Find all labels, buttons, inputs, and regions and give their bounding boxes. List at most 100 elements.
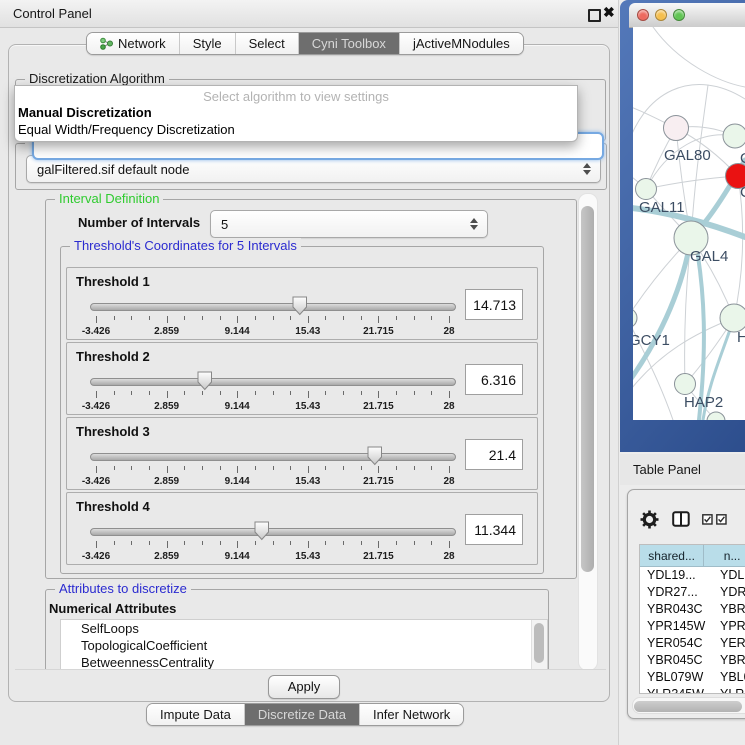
table-toolbar <box>640 506 745 532</box>
threshold-panel-3: Threshold 3 -3.4262.8599.14415.4321.71528… <box>66 417 538 490</box>
attribute-table[interactable]: shared... n... YDL19...YDL1YDR27...YDR2Y… <box>639 544 745 694</box>
slider-tick-labels: -3.4262.8599.14415.4321.71528 <box>96 326 449 338</box>
network-icon <box>100 37 113 50</box>
group-label: Threshold's Coordinates for 5 Intervals <box>70 238 301 253</box>
table-header-row: shared... n... <box>640 545 745 567</box>
table-row[interactable]: YBR043CYBR0 <box>640 601 745 618</box>
tab-jactivemnodules[interactable]: jActiveMNodules <box>400 33 523 54</box>
tab-network[interactable]: Network <box>87 33 180 54</box>
column-header[interactable]: n... <box>704 545 745 567</box>
table-panel-titlebar: Table Panel <box>620 454 745 485</box>
threshold-panel-4: Threshold 4 -3.4262.8599.14415.4321.71528… <box>66 492 538 565</box>
cell-name: YER0 <box>709 635 745 652</box>
dropdown-prompt: Select algorithm to view settings <box>15 86 577 104</box>
table-row[interactable]: YBR045CYBR0 <box>640 652 745 669</box>
slider-knob[interactable] <box>197 371 213 391</box>
network-edge[interactable] <box>633 238 691 387</box>
slider-track[interactable] <box>90 303 456 311</box>
slider-track[interactable] <box>90 528 456 536</box>
threshold-value-input[interactable]: 6.316 <box>465 364 523 395</box>
horizontal-scrollbar-thumb[interactable] <box>634 701 742 712</box>
split-column-icon[interactable] <box>672 511 690 527</box>
table-row[interactable]: YLR345WYLR3 <box>640 686 745 694</box>
table-row[interactable]: YBL079WYBL0 <box>640 669 745 686</box>
tab-infer-network[interactable]: Infer Network <box>360 704 463 725</box>
network-canvas[interactable]: GAL80G.CGAL11GAL4GCY1HHAP2 <box>633 27 745 420</box>
slider-track[interactable] <box>90 378 456 386</box>
table-row[interactable]: YDL19...YDL1 <box>640 567 745 584</box>
slider-tick-labels: -3.4262.8599.14415.4321.71528 <box>96 551 449 563</box>
tab-style[interactable]: Style <box>180 33 236 54</box>
threshold-value-input[interactable]: 11.344 <box>465 514 523 545</box>
slider-knob[interactable] <box>254 521 270 541</box>
threshold-label: Threshold 4 <box>76 499 150 514</box>
algo-option-manual-discretization[interactable]: Manual Discretization <box>15 104 577 121</box>
tab-cyni-toolbox[interactable]: Cyni Toolbox <box>299 33 400 54</box>
attribute-item[interactable]: TopologicalCoefficient <box>61 637 547 654</box>
tab-label: Style <box>193 36 222 51</box>
numerical-attributes-list[interactable]: SelfLoopsTopologicalCoefficientBetweenne… <box>60 619 548 670</box>
number-of-intervals-value: 5 <box>221 217 228 232</box>
threshold-slider[interactable]: -3.4262.8599.14415.4321.71528 <box>90 519 456 563</box>
table-data-selected: galFiltered.sif default node <box>37 162 189 177</box>
slider-knob[interactable] <box>367 446 383 466</box>
threshold-slider[interactable]: -3.4262.8599.14415.4321.71528 <box>90 294 456 338</box>
node-label: GAL80 <box>664 147 711 164</box>
list-scrollbar-thumb[interactable] <box>534 623 544 663</box>
vertical-scrollbar-thumb[interactable] <box>581 206 594 572</box>
control-panel-titlebar: Control Panel <box>0 0 618 28</box>
cyni-toolbox-panel: Discretization Algorithm Select algorith… <box>8 44 610 702</box>
attribute-item[interactable]: SelfLoops <box>61 620 547 637</box>
slider-track[interactable] <box>90 453 456 461</box>
network-edge[interactable] <box>653 27 745 87</box>
float-window-icon[interactable] <box>588 9 601 22</box>
threshold-value-input[interactable]: 21.4 <box>465 439 523 470</box>
number-of-intervals-combobox[interactable]: 5 <box>210 210 488 238</box>
node-label: GCY1 <box>633 332 670 349</box>
panel-title: Control Panel <box>13 6 92 21</box>
network-node-gal80[interactable] <box>664 116 689 141</box>
settings-scroll-area: Interval Definition Number of Intervals … <box>15 193 606 670</box>
threshold-label: Threshold 3 <box>76 424 150 439</box>
cell-shared-name: YBR043C <box>640 601 709 618</box>
mac-zoom-icon[interactable] <box>673 9 685 21</box>
network-node-hap2[interactable] <box>675 374 696 395</box>
table-row[interactable]: YDR27...YDR2 <box>640 584 745 601</box>
gear-icon[interactable] <box>640 510 659 529</box>
attribute-item[interactable]: BetweennessCentrality <box>61 654 547 670</box>
close-icon[interactable] <box>603 4 617 22</box>
network-window-titlebar[interactable] <box>629 3 745 28</box>
tab-impute-data[interactable]: Impute Data <box>147 704 245 725</box>
network-node-g[interactable] <box>723 124 745 148</box>
tab-select[interactable]: Select <box>236 33 299 54</box>
cell-shared-name: YLR345W <box>640 686 709 694</box>
mac-close-icon[interactable] <box>637 9 649 21</box>
slider-ticks <box>96 466 449 474</box>
threshold-slider[interactable]: -3.4262.8599.14415.4321.71528 <box>90 444 456 488</box>
cell-shared-name: YER054C <box>640 635 709 652</box>
bottom-tab-bar: Impute DataDiscretize DataInfer Network <box>146 703 464 726</box>
network-node-gal11[interactable] <box>636 179 657 200</box>
group-label: Attributes to discretize <box>55 581 191 596</box>
mac-minimize-icon[interactable] <box>655 9 667 21</box>
column-header[interactable]: shared... <box>640 545 704 567</box>
threshold-value-input[interactable]: 14.713 <box>465 289 523 320</box>
network-node-gcy1[interactable] <box>633 308 637 328</box>
algo-option-equal-width-frequency-discretization[interactable]: Equal Width/Frequency Discretization <box>15 121 577 138</box>
slider-knob[interactable] <box>292 296 308 316</box>
network-node-h[interactable] <box>720 304 745 332</box>
tab-discretize-data[interactable]: Discretize Data <box>245 704 360 725</box>
network-view-window[interactable]: GAL80G.CGAL11GAL4GCY1HHAP2 <box>620 0 745 452</box>
cell-name: YBL0 <box>709 669 745 686</box>
checkbox-icon[interactable] <box>716 514 727 525</box>
network-edge[interactable] <box>695 238 704 420</box>
tab-label: Select <box>249 36 285 51</box>
checkbox-icon[interactable] <box>702 514 713 525</box>
apply-button[interactable]: Apply <box>268 675 340 699</box>
table-row[interactable]: YPR145WYPR1 <box>640 618 745 635</box>
network-edge[interactable] <box>646 176 738 189</box>
cell-name: YDR2 <box>709 584 745 601</box>
threshold-slider[interactable]: -3.4262.8599.14415.4321.71528 <box>90 369 456 413</box>
slider-ticks <box>96 316 449 324</box>
table-row[interactable]: YER054CYER0 <box>640 635 745 652</box>
